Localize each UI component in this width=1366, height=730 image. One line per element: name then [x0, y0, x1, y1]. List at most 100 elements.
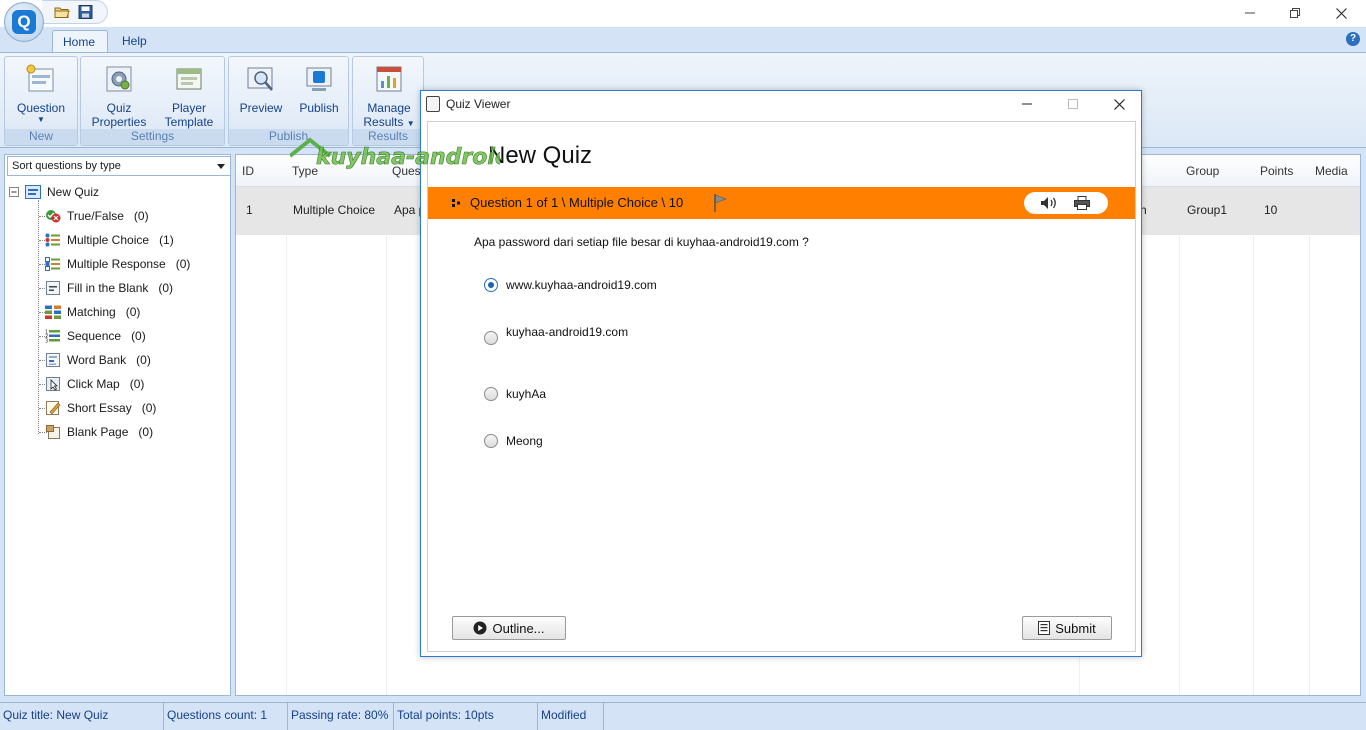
publish-button[interactable]: Publish	[291, 63, 347, 115]
question-icon	[25, 63, 57, 95]
tree-item-label: Multiple Choice	[67, 233, 150, 247]
outline-button[interactable]: Outline...	[452, 616, 566, 640]
blank-page-icon	[46, 425, 60, 439]
print-icon[interactable]	[1074, 196, 1090, 210]
tree-item-click-map[interactable]: Click Map (0)	[45, 375, 144, 393]
question-header-bar: Question 1 of 1 \ Multiple Choice \ 10	[428, 187, 1135, 219]
ribbon-group-new: Question ▼ New	[4, 56, 78, 146]
status-questions-count: Questions count: 1	[164, 703, 288, 730]
tree-item-sequence[interactable]: 123 Sequence (0)	[45, 327, 146, 345]
player-template-button[interactable]: Player Template	[155, 63, 223, 129]
column-header-group[interactable]: Group	[1186, 164, 1219, 178]
tree-item-label: Matching	[67, 305, 116, 319]
drag-handle-icon	[452, 199, 460, 207]
tree-item-multiple-response[interactable]: Multiple Response (0)	[45, 255, 190, 273]
submit-button-label: Submit	[1055, 620, 1096, 636]
cell-group: Group1	[1187, 203, 1228, 217]
tree-item-multiple-choice[interactable]: Multiple Choice (1)	[45, 231, 174, 249]
tree-item-true-false[interactable]: True/False (0)	[45, 207, 149, 225]
tree-item-short-essay[interactable]: Short Essay (0)	[45, 399, 156, 417]
close-icon	[1335, 7, 1347, 19]
column-header-id[interactable]: ID	[242, 164, 254, 178]
tree-connector	[38, 200, 39, 434]
group-label-new: New	[5, 129, 77, 145]
choice-option-3[interactable]: kuyhAa	[484, 387, 546, 401]
tree-item-label: Fill in the Blank	[67, 281, 149, 295]
tree-item-count: (0)	[175, 257, 191, 271]
tab-help[interactable]: Help	[112, 30, 157, 53]
tab-home[interactable]: Home	[52, 30, 108, 53]
choice-option-4[interactable]: Meong	[484, 434, 543, 448]
speaker-icon[interactable]	[1040, 196, 1058, 210]
tree-item-blank-page[interactable]: Blank Page (0)	[45, 423, 153, 441]
quiz-viewer-icon	[426, 96, 440, 112]
tree-item-label: Blank Page	[67, 425, 129, 439]
radio-button[interactable]	[484, 387, 498, 401]
column-header-points[interactable]: Points	[1260, 164, 1293, 178]
tree-item-count: (0)	[133, 209, 149, 223]
viewer-minimize-button[interactable]	[1004, 91, 1050, 117]
quiz-properties-label-1: Quiz	[106, 101, 132, 115]
radio-button-selected[interactable]	[484, 278, 498, 292]
column-header-media[interactable]: Media	[1315, 164, 1348, 178]
viewer-maximize-button[interactable]	[1050, 91, 1096, 117]
tree-item-count: (0)	[136, 353, 151, 367]
question-text: Apa password dari setiap file besar di k…	[474, 235, 809, 249]
manage-results-label-1: Manage	[367, 101, 411, 115]
save-icon[interactable]	[78, 5, 94, 19]
tree-item-fill-in-the-blank[interactable]: Fill in the Blank (0)	[45, 279, 173, 297]
open-folder-icon[interactable]	[54, 5, 70, 19]
new-question-button[interactable]: Question ▼	[11, 63, 71, 125]
choice-option-2[interactable]: kuyhaa-android19.com	[484, 325, 628, 345]
tree-item-word-bank[interactable]: Word Bank (0)	[45, 351, 151, 369]
publish-label: Publish	[299, 101, 339, 115]
collapse-icon[interactable]	[9, 187, 19, 197]
restore-button[interactable]	[1272, 0, 1318, 26]
cell-type: Multiple Choice	[293, 203, 376, 217]
gear-icon	[103, 63, 135, 95]
manage-results-button[interactable]: Manage Results ▼	[357, 63, 421, 131]
tree-item-label: Multiple Response	[67, 257, 166, 271]
tree-item-count: (0)	[129, 377, 145, 391]
quiz-viewer-title: Quiz Viewer	[446, 97, 511, 111]
minimize-icon	[1245, 12, 1255, 14]
radio-button[interactable]	[484, 331, 498, 345]
maximize-icon	[1068, 99, 1078, 109]
click-map-icon	[46, 377, 60, 391]
column-divider	[386, 235, 387, 695]
tree-item-count: (0)	[158, 281, 174, 295]
status-quiz-title: Quiz title: New Quiz	[0, 703, 164, 730]
tree-item-count: (1)	[159, 233, 174, 247]
fill-in-the-blank-icon	[46, 281, 60, 295]
choice-label: kuyhaa-android19.com	[506, 325, 629, 339]
tree-item-count: (0)	[141, 401, 157, 415]
status-passing-rate: Passing rate: 80%	[288, 703, 394, 730]
true-false-icon	[46, 210, 61, 223]
preview-label: Preview	[239, 101, 283, 115]
tree-root-new-quiz[interactable]: New Quiz	[9, 184, 99, 200]
close-button[interactable]	[1318, 0, 1364, 26]
submit-button[interactable]: Submit	[1022, 616, 1112, 640]
dropdown-arrow-icon: ▼	[37, 115, 45, 124]
app-logo-button[interactable]: Q	[4, 2, 44, 42]
tree-item-label: Short Essay	[67, 401, 132, 415]
ribbon-group-settings: Quiz Properties Player Template Settings	[80, 56, 225, 146]
flag-icon[interactable]	[712, 193, 728, 213]
viewer-close-button[interactable]	[1096, 91, 1142, 117]
help-icon[interactable]: ?	[1346, 32, 1360, 46]
quiz-properties-button[interactable]: Quiz Properties	[85, 63, 153, 129]
radio-button[interactable]	[484, 434, 498, 448]
quiz-properties-label-2: Properties	[91, 115, 147, 129]
close-icon	[1113, 98, 1125, 110]
preview-button[interactable]: Preview	[233, 63, 289, 115]
chevron-down-icon	[217, 164, 225, 169]
tree-item-label: Word Bank	[67, 353, 127, 367]
sort-questions-select[interactable]: Sort questions by type	[7, 156, 231, 176]
question-header-text: Question 1 of 1 \ Multiple Choice \ 10	[470, 195, 684, 210]
question-tree-panel: Sort questions by type New Quiz True/Fal…	[4, 154, 231, 696]
tree-item-matching[interactable]: Matching (0)	[45, 303, 140, 321]
player-template-label-2: Template	[164, 115, 214, 129]
choice-option-1[interactable]: www.kuyhaa-android19.com	[484, 278, 657, 292]
status-total-points: Total points: 10pts	[394, 703, 538, 730]
minimize-button[interactable]	[1227, 0, 1273, 26]
